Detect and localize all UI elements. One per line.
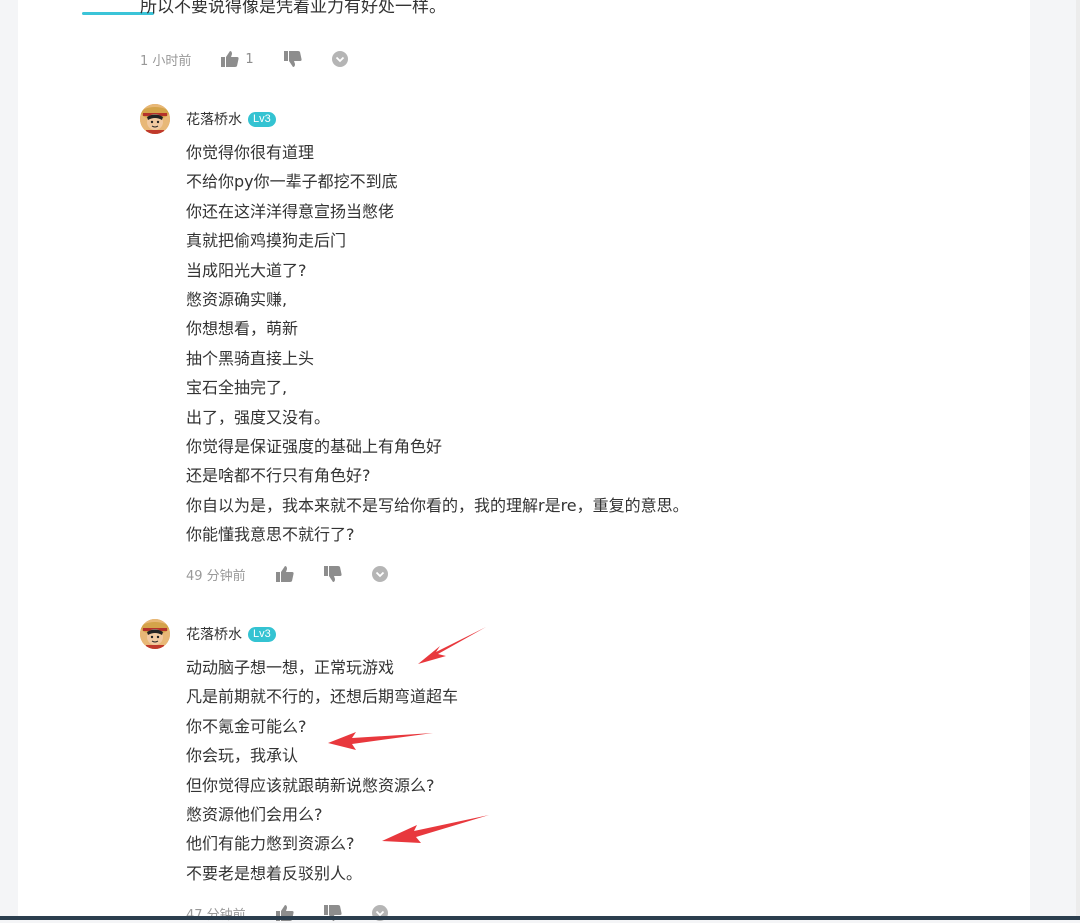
level-badge: Lv3: [248, 111, 276, 127]
comment-line: 当成阳光大道了?: [186, 260, 307, 280]
comment-header: 花落桥水 Lv3: [186, 108, 276, 130]
username[interactable]: 花落桥水: [186, 109, 242, 129]
dislike-button[interactable]: [323, 566, 342, 582]
comment-line: 你想想看，萌新: [186, 319, 299, 339]
comment-line: 憋资源确实赚,: [186, 289, 288, 309]
more-options-button[interactable]: [371, 566, 388, 582]
more-options-icon: [371, 566, 388, 582]
bottom-taskbar-edge: [0, 916, 1080, 920]
level-badge: Lv3: [248, 626, 276, 642]
comment-line: 你能懂我意思不就行了?: [186, 525, 355, 545]
avatar[interactable]: [140, 104, 170, 134]
comment-body: 动动脑子想一想，正常玩游戏 凡是前期就不行的，还想后期弯道超车 你不氪金可能么?…: [186, 653, 458, 888]
comment-line: 你不氪金可能么?: [186, 716, 307, 736]
dislike-button[interactable]: [283, 51, 302, 67]
comment-line: 宝石全抽完了,: [186, 378, 288, 398]
like-count: 1: [245, 51, 254, 67]
scrollbar-track[interactable]: [1076, 0, 1080, 920]
comment-line: 真就把偷鸡摸狗走后门: [186, 231, 347, 251]
comment-line: 憋资源他们会用么?: [186, 804, 323, 824]
like-button[interactable]: 1: [221, 51, 254, 67]
comment-body: 你觉得你很有道理 不给你py你一辈子都挖不到底 你还在这洋洋得意宣扬当憋佬 真就…: [186, 138, 689, 549]
comment-meta: 47 分钟前: [186, 903, 418, 923]
comment-line: 你觉得是保证强度的基础上有角色好: [186, 436, 443, 456]
comment-line: 你会玩，我承认: [186, 746, 299, 766]
comment-line: 出了，强度又没有。: [186, 407, 331, 427]
comment-time: 49 分钟前: [186, 568, 246, 584]
comment-text-clipped: 所以不要说得像是凭着亚力有好处一样。: [140, 0, 446, 17]
comment-line: 还是啥都不行只有角色好?: [186, 466, 371, 486]
comment-line: 动动脑子想一想，正常玩游戏: [186, 658, 395, 677]
comment-line: 你还在这洋洋得意宣扬当憋佬: [186, 201, 395, 221]
avatar[interactable]: [140, 619, 170, 649]
username[interactable]: 花落桥水: [186, 624, 242, 644]
thumbs-down-icon: [283, 51, 302, 67]
comment-line: 你自以为是，我本来就不是写给你看的，我的理解r是re，重复的意思。: [186, 495, 689, 515]
comment-line: 你觉得你很有道理: [186, 143, 315, 162]
comment-line: 但你觉得应该就跟萌新说憋资源么?: [186, 775, 435, 795]
more-options-icon: [331, 51, 348, 67]
comment-line: 不给你py你一辈子都挖不到底: [186, 172, 398, 192]
page-gutter: [1030, 0, 1080, 920]
thumbs-up-icon: [221, 51, 240, 67]
thumbs-down-icon: [323, 566, 342, 582]
comment-meta: 49 分钟前: [186, 564, 418, 584]
comment-time: 1 小时前: [140, 53, 192, 69]
like-button[interactable]: [275, 566, 294, 582]
comment-line: 凡是前期就不行的，还想后期弯道超车: [186, 687, 459, 707]
comment-meta: 1 小时前 1: [140, 49, 378, 69]
comment-line: 抽个黑骑直接上头: [186, 348, 315, 368]
thumbs-up-icon: [275, 566, 294, 582]
comment-header: 花落桥水 Lv3: [186, 623, 276, 645]
comment-line: 不要老是想着反驳别人。: [186, 863, 363, 883]
more-options-button[interactable]: [331, 51, 348, 67]
comment-line: 他们有能力憋到资源么?: [186, 834, 355, 854]
